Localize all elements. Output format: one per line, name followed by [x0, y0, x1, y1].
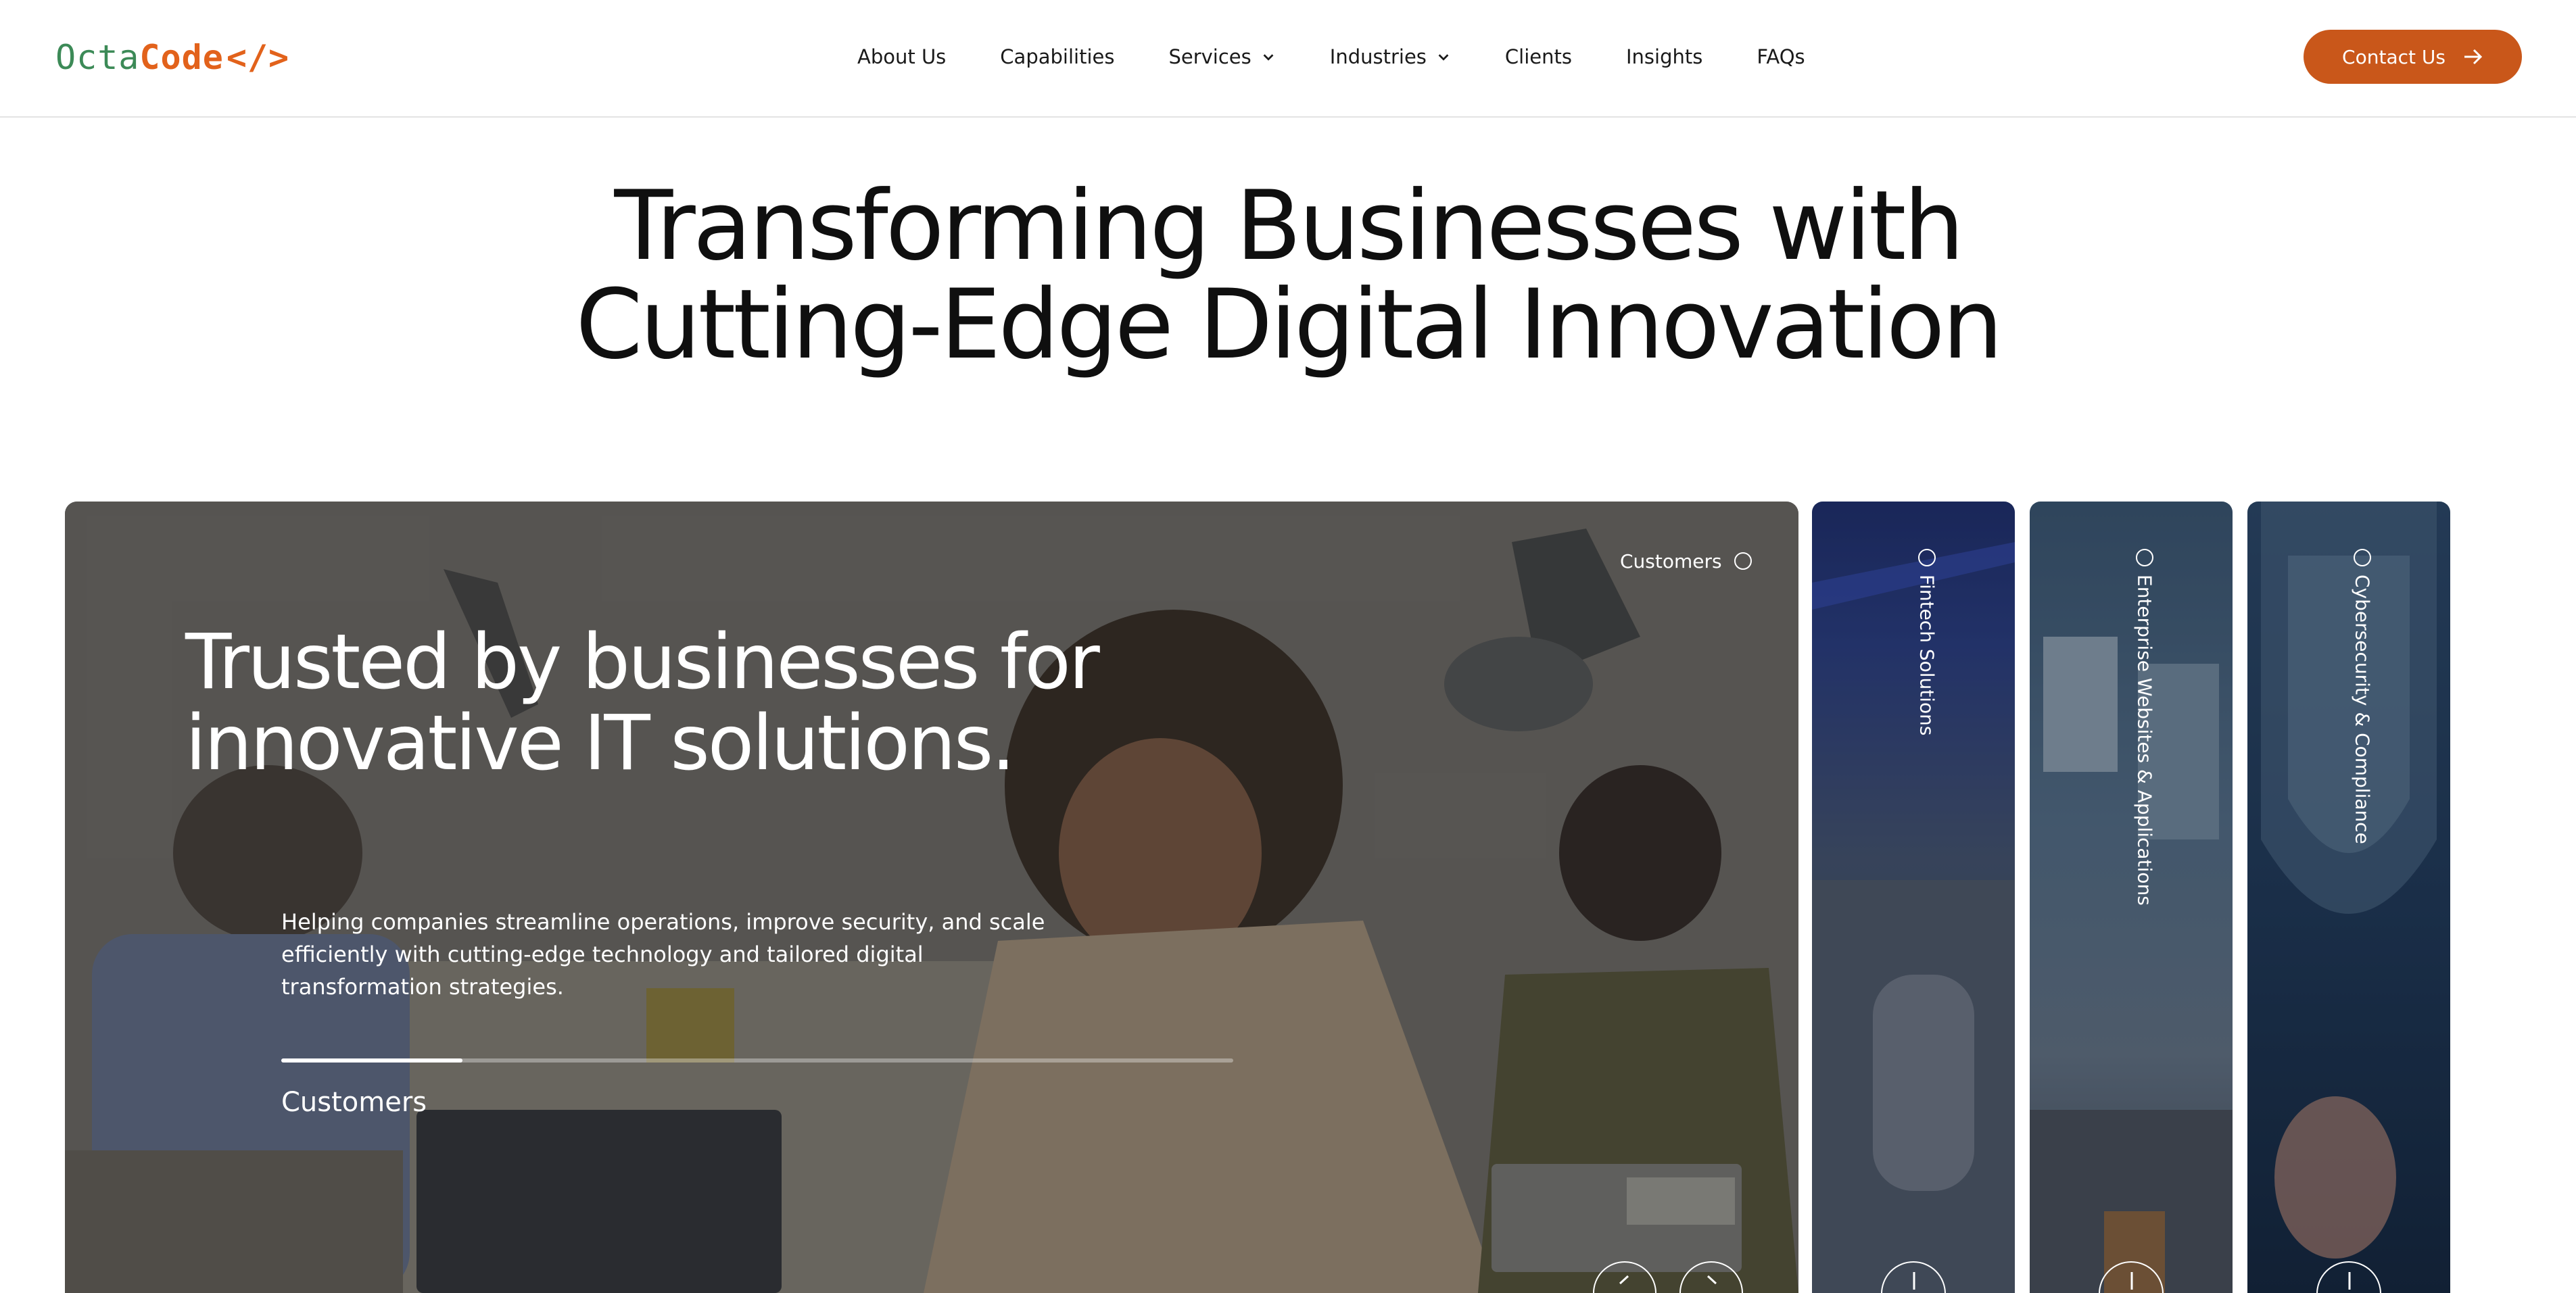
nav-capabilities[interactable]: Capabilities — [1000, 45, 1114, 68]
nav-label: Clients — [1504, 45, 1572, 68]
hero-title-line-1: Transforming Businesses with — [614, 170, 1965, 282]
side-card-header: Fintech Solutions — [1913, 549, 1940, 736]
contact-us-label: Contact Us — [2342, 45, 2446, 68]
side-card-label: Cybersecurity & Compliance — [2351, 575, 2374, 844]
logo-code-tag: </> — [226, 38, 290, 77]
side-card-fintech[interactable]: Fintech Solutions — [1812, 502, 2015, 1293]
nav-about-us[interactable]: About Us — [857, 45, 946, 68]
nav-label: Industries — [1329, 45, 1427, 68]
nav-label: Capabilities — [1000, 45, 1115, 68]
slide-tag: Customers — [1620, 547, 1752, 575]
customers-slide-card: Customers Trusted by businesses for inno… — [65, 502, 1798, 1293]
nav-label: Services — [1168, 45, 1251, 68]
nav-label: FAQs — [1757, 45, 1805, 68]
nav-industries[interactable]: Industries — [1330, 45, 1451, 68]
side-card-label: Enterprise Websites & Applications — [2133, 575, 2156, 906]
nav-label: Insights — [1625, 45, 1703, 68]
side-card-header: Enterprise Websites & Applications — [2131, 549, 2158, 906]
nav-label: About Us — [857, 45, 947, 68]
slide-heading-line-2: innovative IT solutions. — [185, 700, 1016, 787]
site-header: Octa Code </> About Us Capabilities Servic… — [0, 0, 2576, 118]
side-card-label: Fintech Solutions — [1915, 575, 1938, 736]
nav-insights[interactable]: Insights — [1626, 45, 1702, 68]
arrow-left-icon — [1619, 1275, 1629, 1285]
slide-heading: Trusted by businesses for innovative IT … — [185, 618, 1100, 787]
main-nav: About Us Capabilities Services Industrie… — [857, 38, 1805, 76]
slide-heading-line-1: Trusted by businesses for — [185, 618, 1100, 706]
slide-progress-label: Customers — [281, 1087, 427, 1118]
side-card-cybersecurity[interactable]: Cybersecurity & Compliance — [2247, 502, 2450, 1293]
slide-progress-fill — [281, 1058, 462, 1063]
nav-services[interactable]: Services — [1168, 45, 1275, 68]
circle-icon — [2136, 549, 2153, 566]
slide-tag-label: Customers — [1620, 550, 1722, 572]
circle-icon — [1918, 549, 1936, 566]
logo[interactable]: Octa Code </> — [55, 34, 289, 81]
chevron-down-icon — [1438, 54, 1449, 61]
hero-title-line-2: Cutting-Edge Digital Innovation — [575, 269, 2003, 381]
contact-us-button[interactable]: Contact Us — [2304, 30, 2522, 84]
side-card-enterprise[interactable]: Enterprise Websites & Applications — [2030, 502, 2233, 1293]
side-card-header: Cybersecurity & Compliance — [2349, 549, 2376, 844]
plus-icon — [2348, 1272, 2351, 1290]
slide-description: Helping companies streamline operations,… — [281, 909, 1045, 1000]
arrow-right-icon — [1707, 1275, 1717, 1285]
plus-icon — [1913, 1272, 1915, 1290]
hero-title: Transforming Businesses with Cutting-Edg… — [0, 177, 2576, 374]
circle-icon — [2354, 549, 2371, 566]
slide-progress-bar — [281, 1058, 1233, 1063]
plus-icon — [2130, 1272, 2133, 1290]
logo-octa: Octa — [55, 38, 140, 77]
logo-code: Code — [139, 38, 224, 77]
nav-clients[interactable]: Clients — [1505, 45, 1572, 68]
circle-icon — [1734, 552, 1752, 570]
arrow-right-icon — [2464, 49, 2483, 65]
nav-faqs[interactable]: FAQs — [1757, 45, 1805, 68]
chevron-down-icon — [1263, 54, 1274, 61]
